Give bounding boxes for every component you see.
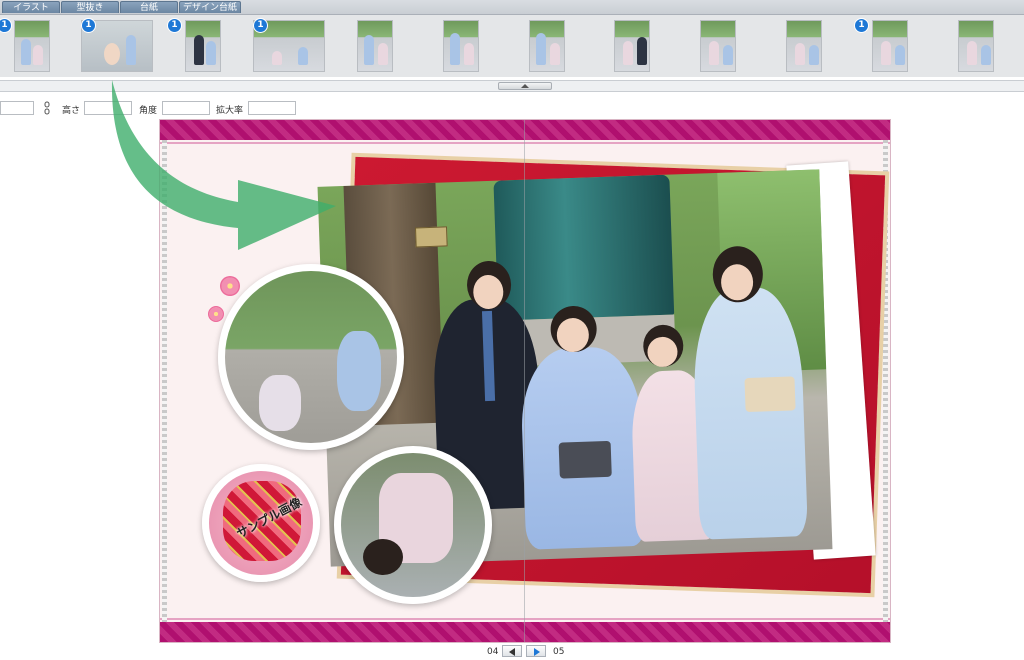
- bottom-band-trim: [160, 618, 890, 620]
- angle-label: 角度: [139, 106, 158, 116]
- top-tab-bar: イラスト 型抜き 台紙 デザイン台紙: [0, 0, 1024, 15]
- usage-count-badge: 1: [0, 18, 12, 33]
- collapse-handle[interactable]: [498, 82, 552, 90]
- width-input[interactable]: [0, 101, 34, 115]
- angle-input[interactable]: [162, 101, 210, 115]
- clutch-bag: [744, 376, 796, 413]
- circle-photo-kids-playing[interactable]: [218, 264, 404, 450]
- arrow-right-icon: [534, 648, 540, 656]
- photo-thumbnail[interactable]: [14, 20, 50, 72]
- tab-mount[interactable]: 台紙: [120, 1, 178, 13]
- photo-thumbnail[interactable]: [786, 20, 822, 72]
- kid-blue: [337, 331, 381, 411]
- prev-page-button[interactable]: [502, 645, 522, 657]
- photo-thumbnail[interactable]: [185, 20, 221, 72]
- kid-white: [259, 375, 301, 431]
- tab-illust[interactable]: イラスト: [2, 1, 60, 13]
- top-decor-band: [160, 120, 890, 140]
- link-icon[interactable]: [44, 101, 50, 115]
- photo-thumbnail[interactable]: [529, 20, 565, 72]
- plum-blossom-icon: [220, 276, 240, 296]
- album-spread-canvas[interactable]: サンプル画像: [160, 120, 890, 642]
- right-page-number: 05: [553, 647, 565, 657]
- height-label: 高さ: [62, 106, 81, 116]
- bottom-decor-band: [160, 622, 890, 642]
- photo-thumbnail-strip: 1 1 1 1 1: [0, 15, 1024, 77]
- zoom-label: 拡大率: [216, 106, 244, 116]
- plum-blossom-icon: [208, 306, 224, 322]
- page-navigator: 04 05: [0, 644, 1024, 660]
- usage-count-badge: 1: [167, 18, 182, 33]
- mother-kimono: [691, 286, 809, 540]
- wooden-sign: [414, 226, 448, 248]
- child-hair: [363, 539, 403, 575]
- tab-design-mount[interactable]: デザイン台紙: [179, 1, 241, 13]
- top-band-trim: [160, 142, 890, 144]
- chevron-up-icon: [521, 84, 529, 88]
- photo-thumbnail[interactable]: [614, 20, 650, 72]
- handbag: [558, 440, 612, 479]
- usage-count-badge: 1: [253, 18, 268, 33]
- usage-count-badge: 1: [854, 18, 869, 33]
- page-fold-line: [524, 120, 525, 642]
- sample-image-placeholder[interactable]: サンプル画像: [202, 464, 320, 582]
- photo-thumbnail[interactable]: [958, 20, 994, 72]
- left-page-number: 04: [487, 647, 499, 657]
- tab-cutout[interactable]: 型抜き: [61, 1, 119, 13]
- next-page-button[interactable]: [526, 645, 546, 657]
- photo-thumbnail[interactable]: [357, 20, 393, 72]
- circle-photo-child-upside-down[interactable]: [334, 446, 492, 604]
- photo-thumbnail[interactable]: [872, 20, 908, 72]
- usage-count-badge: 1: [81, 18, 96, 33]
- photo-thumbnail[interactable]: [443, 20, 479, 72]
- photo-thumbnail[interactable]: [700, 20, 736, 72]
- left-page-edge: [162, 140, 167, 622]
- bronze-bell: [493, 174, 675, 321]
- zoom-input[interactable]: [248, 101, 296, 115]
- height-input[interactable]: [84, 101, 132, 115]
- property-bar: 高さ 角度 拡大率: [0, 97, 1024, 119]
- arrow-left-icon: [509, 648, 515, 656]
